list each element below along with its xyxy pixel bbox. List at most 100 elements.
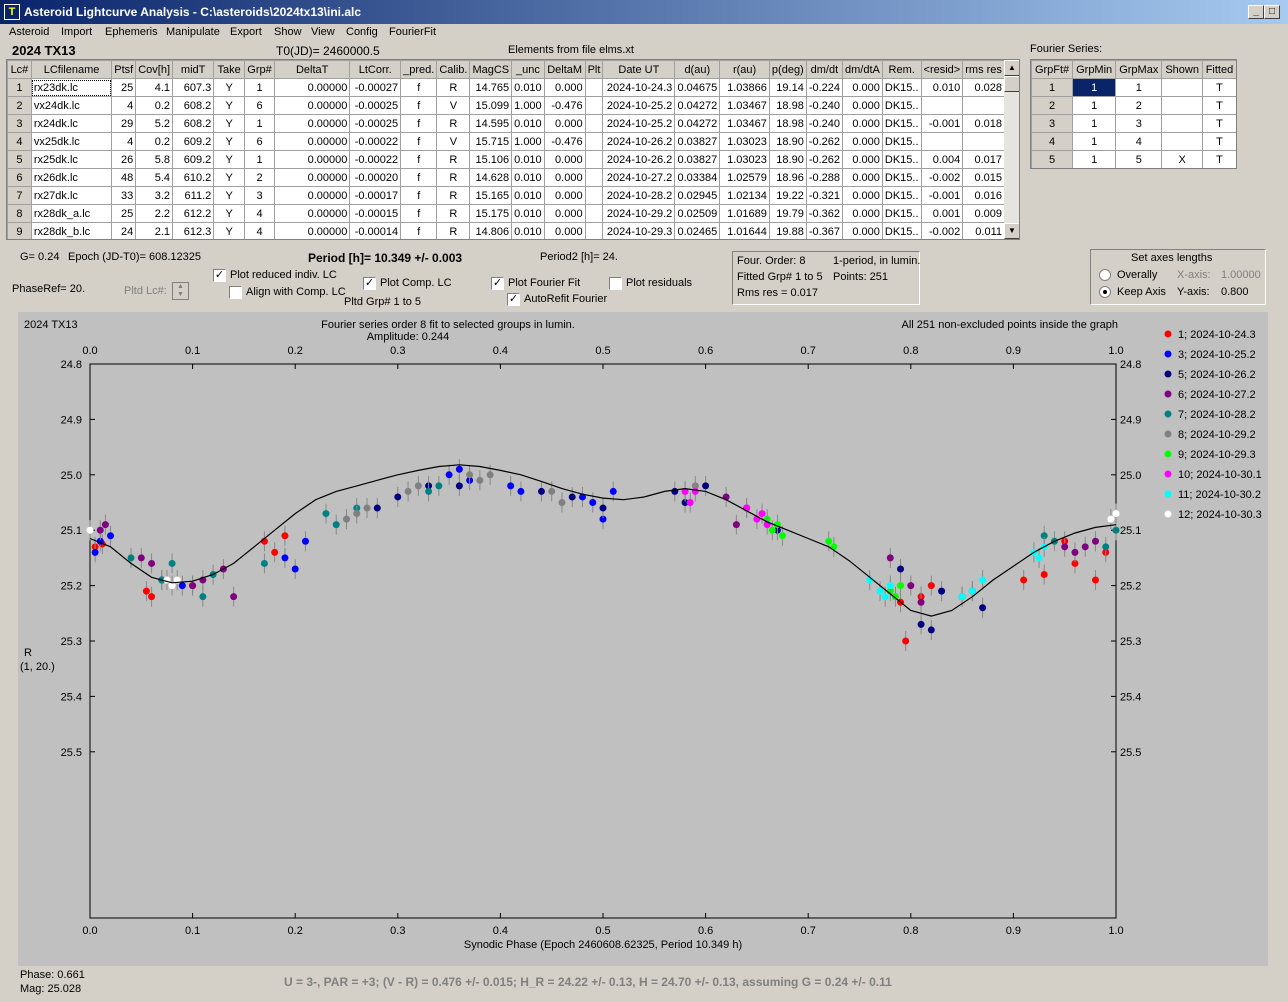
table-cell[interactable]: 5.4 [135, 168, 174, 187]
table-cell[interactable]: 609.2 [172, 150, 215, 169]
lc-col-header[interactable]: Date UT [602, 60, 676, 79]
table-cell[interactable]: 0.000 [543, 204, 586, 223]
table-row[interactable]: 313 T [1031, 114, 1236, 133]
table-cell[interactable]: f [400, 132, 438, 151]
table-cell[interactable]: 2.1 [135, 222, 174, 239]
table-cell[interactable]: 1.000 [511, 132, 545, 151]
table-cell[interactable]: 0.016 [962, 186, 1005, 205]
table-cell[interactable]: 611.2 [172, 186, 215, 205]
table-cell[interactable]: Y [213, 114, 246, 133]
table-cell[interactable]: 1 [1115, 78, 1163, 97]
table-cell[interactable]: 1.03866 [719, 78, 770, 97]
table-row[interactable]: 9 rx28dk_b.lc 24 2.1 612.3 Y 4 0.00000 -0.00014 f… [7, 222, 1005, 239]
table-cell[interactable]: 608.2 [172, 114, 215, 133]
table-cell[interactable]: 2024-10-29.2 [602, 204, 676, 223]
table-cell[interactable]: 19.79 [768, 204, 807, 223]
table-cell[interactable]: 0.00000 [273, 222, 351, 239]
table-cell[interactable]: 1 [1031, 78, 1074, 97]
table-cell[interactable]: 2024-10-29.3 [602, 222, 676, 239]
table-cell[interactable]: 608.2 [172, 96, 215, 115]
table-cell[interactable]: 0.017 [962, 150, 1005, 169]
lc-col-header[interactable]: MagCS [469, 60, 513, 79]
table-cell[interactable]: 607.3 [172, 78, 215, 97]
menu-fourierfit[interactable]: FourierFit [389, 26, 436, 38]
table-cell[interactable]: 6 [7, 168, 32, 187]
table-cell[interactable]: 2024-10-24.3 [602, 78, 676, 97]
lc-col-header[interactable]: DeltaM [543, 60, 586, 79]
table-cell[interactable]: 4 [111, 96, 137, 115]
pltd-lc-spinner[interactable]: ▲ ▼ [172, 282, 189, 300]
table-cell[interactable]: DK15.. [881, 168, 922, 187]
lc-col-header[interactable]: LtCorr. [349, 60, 402, 79]
maximize-icon[interactable]: □ [1264, 5, 1280, 19]
table-cell[interactable]: 0.000 [842, 132, 883, 151]
table-cell[interactable]: T [1201, 114, 1236, 133]
table-cell[interactable]: 0.000 [842, 168, 883, 187]
table-cell[interactable]: 24 [111, 222, 137, 239]
fourier-col-header[interactable]: GrpMin [1072, 60, 1117, 79]
table-cell[interactable]: rx28dk_b.lc [30, 222, 113, 239]
table-cell[interactable]: 0.02465 [674, 222, 721, 239]
table-cell[interactable]: V [436, 132, 471, 151]
table-cell[interactable]: 1 [1072, 96, 1117, 115]
table-cell[interactable]: 15.106 [469, 150, 513, 169]
table-row[interactable]: 6 rx26dk.lc 48 5.4 610.2 Y 2 0.00000 -0.00020 f R 1… [7, 168, 1005, 187]
table-cell[interactable]: -0.321 [805, 186, 844, 205]
table-cell[interactable]: f [400, 222, 438, 239]
menu-manipulate[interactable]: Manipulate [166, 26, 220, 38]
table-cell[interactable] [584, 96, 604, 115]
menu-view[interactable]: View [311, 26, 335, 38]
lc-table-scrollbar[interactable]: ▲ ▼ [1004, 60, 1019, 239]
lightcurve-chart[interactable]: 2024 TX13 Fourier series order 8 fit to s… [18, 312, 1268, 966]
table-cell[interactable]: -0.00025 [349, 96, 402, 115]
table-cell[interactable]: 2 [7, 96, 32, 115]
lc-col-header[interactable]: Ptsf [111, 60, 137, 79]
table-cell[interactable]: 0.010 [920, 78, 964, 97]
table-cell[interactable]: 0.000 [543, 186, 586, 205]
table-cell[interactable]: 0.010 [511, 168, 545, 187]
table-cell[interactable] [920, 132, 964, 151]
table-cell[interactable]: V [436, 96, 471, 115]
table-cell[interactable]: 0.02509 [674, 204, 721, 223]
table-cell[interactable]: R [436, 222, 471, 239]
table-cell[interactable]: 25 [111, 204, 137, 223]
table-row[interactable]: 111T [1031, 78, 1236, 97]
table-cell[interactable]: 14.806 [469, 222, 513, 239]
table-cell[interactable]: R [436, 78, 471, 97]
table-cell[interactable]: 2024-10-26.2 [602, 132, 676, 151]
table-row[interactable]: 3 rx24dk.lc 29 5.2 608.2 Y 1 0.00000 -0.00025 f R 1… [7, 114, 1005, 133]
table-cell[interactable]: 1 [1072, 114, 1117, 133]
table-cell[interactable]: 5.8 [135, 150, 174, 169]
table-cell[interactable]: 1.000 [511, 96, 545, 115]
table-cell[interactable]: 610.2 [172, 168, 215, 187]
table-cell[interactable]: -0.00027 [349, 78, 402, 97]
table-cell[interactable]: 1.01644 [719, 222, 770, 239]
table-cell[interactable]: rx25dk.lc [30, 150, 113, 169]
table-cell[interactable]: 612.2 [172, 204, 215, 223]
table-cell[interactable]: 2 [1031, 96, 1074, 115]
table-cell[interactable]: 0.00000 [273, 204, 351, 223]
table-cell[interactable]: 612.3 [172, 222, 215, 239]
table-cell[interactable]: 3 [7, 114, 32, 133]
table-cell[interactable]: -0.00014 [349, 222, 402, 239]
table-cell[interactable]: 0.018 [962, 114, 1005, 133]
scroll-down-icon[interactable]: ▼ [1004, 223, 1019, 239]
table-cell[interactable]: 1.03467 [719, 96, 770, 115]
table-cell[interactable]: 0.000 [543, 168, 586, 187]
table-row[interactable]: 7 rx27dk.lc 33 3.2 611.2 Y 3 0.00000 -0.00017 f R 1… [7, 186, 1005, 205]
table-cell[interactable]: 0.000 [842, 150, 883, 169]
scroll-thumb[interactable] [1004, 76, 1019, 92]
table-cell[interactable] [584, 168, 604, 187]
table-cell[interactable]: 4 [1031, 132, 1074, 151]
table-cell[interactable]: R [436, 168, 471, 187]
table-cell[interactable]: 2 [1115, 96, 1163, 115]
table-cell[interactable]: 1.02134 [719, 186, 770, 205]
table-cell[interactable]: rx28dk_a.lc [30, 204, 113, 223]
table-cell[interactable]: 0.028 [962, 78, 1005, 97]
table-cell[interactable]: 0.00000 [273, 114, 351, 133]
menu-export[interactable]: Export [230, 26, 262, 38]
table-cell[interactable]: 2024-10-27.2 [602, 168, 676, 187]
table-cell[interactable]: f [400, 114, 438, 133]
table-cell[interactable]: Y [213, 78, 246, 97]
table-cell[interactable]: 15.099 [469, 96, 513, 115]
